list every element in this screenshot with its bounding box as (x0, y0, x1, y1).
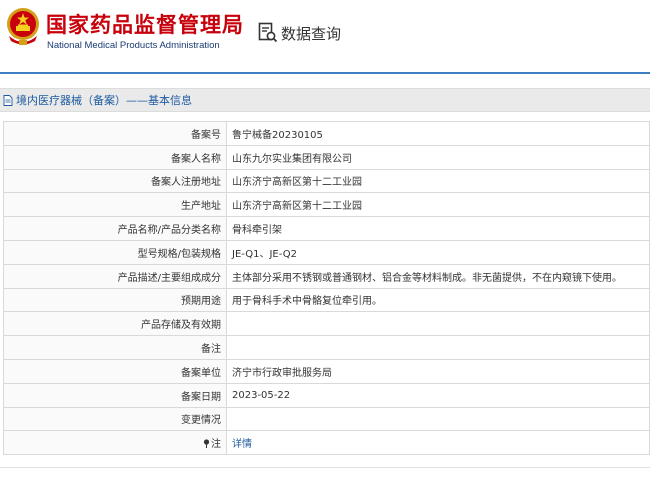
field-value: 骨科牵引架 (226, 216, 650, 241)
field-label-text: 变更情况 (181, 415, 221, 427)
table-row: 备案人注册地址 山东济宁高新区第十二工业园 (3, 168, 650, 194)
details-link[interactable]: 详情 (226, 430, 650, 456)
table-row: 生产地址 山东济宁高新区第十二工业园 (3, 192, 650, 218)
field-label: 生产地址 (3, 192, 227, 218)
field-value: 主体部分采用不锈钢或普通钢材、铝合金等材料制成。非无菌提供，不在内窥镜下使用。 (226, 263, 650, 289)
table-row: 产品存储及有效期 (3, 311, 650, 337)
detail-table: 备案号 鲁宁械备20230105 备案人名称 山东九尔实业集团有限公司 备案人注册地址山… (3, 121, 650, 456)
org-name-en: National Medical Products Administration (47, 40, 220, 51)
field-label-text: 注 (211, 439, 221, 451)
field-label: 注 (3, 430, 227, 456)
field-value: 2023-05-22 (226, 382, 650, 408)
field-label: 备案号 (3, 121, 227, 146)
field-value: 山东济宁高新区第十二工业园 (226, 192, 650, 218)
field-value (226, 335, 650, 360)
field-label-text: 备案单位 (181, 367, 221, 379)
table-row: 注详情 (3, 430, 650, 456)
header-divider (0, 72, 650, 74)
field-label-text: 备案人名称 (171, 153, 221, 165)
field-label: 产品名称/产品分类名称 (3, 216, 227, 241)
field-value (226, 311, 650, 337)
table-row: 产品描述/主要组成成分 主体部分采用不锈钢或普通钢材、铝合金等材料制成。非无菌提供… (3, 263, 650, 289)
table-row: 备案单位 济宁市行政审批服务局 (3, 358, 650, 384)
field-label: 备案日期 (3, 382, 227, 408)
table-row: 产品名称/产品分类名称 骨科牵引架 (3, 216, 650, 241)
field-value: 济宁市行政审批服务局 (226, 358, 650, 384)
field-label: 备案人注册地址 (3, 168, 227, 194)
field-label: 产品描述/主要组成成分 (3, 263, 227, 289)
org-name-cn: 国家药品监督管理局 (46, 13, 244, 37)
section-header: 境内医疗器械（备案）——基本信息 (0, 88, 650, 112)
field-label-text: 型号规格/包装规格 (137, 248, 221, 260)
data-query-label: 数据查询 (281, 24, 342, 43)
table-row: 预期用途 用于骨科手术中骨骼复位牵引用。 (3, 287, 650, 313)
field-label: 型号规格/包装规格 (3, 239, 227, 265)
footer-divider (0, 467, 650, 468)
pin-icon (203, 439, 210, 449)
field-label: 产品存储及有效期 (3, 311, 227, 337)
field-label: 备案单位 (3, 358, 227, 384)
table-row: 变更情况 (3, 406, 650, 432)
table-row: 备案号 鲁宁械备20230105 (3, 121, 650, 146)
section-title: 境内医疗器械（备案）——基本信息 (16, 94, 192, 107)
field-value: 鲁宁械备20230105 (226, 121, 650, 146)
table-row: 型号规格/包装规格 JE-Q1、JE-Q2 (3, 239, 650, 265)
field-value: 山东济宁高新区第十二工业园 (226, 168, 650, 194)
field-label: 预期用途 (3, 287, 227, 313)
field-label: 备案人名称 (3, 144, 227, 170)
field-label-text: 备案日期 (181, 391, 221, 403)
document-search-icon (258, 22, 278, 43)
table-row: 备注 (3, 335, 650, 360)
field-label: 变更情况 (3, 406, 227, 432)
table-row: 备案人名称 山东九尔实业集团有限公司 (3, 144, 650, 170)
field-value (226, 406, 650, 432)
field-label-text: 产品描述/主要组成成分 (117, 272, 221, 284)
field-label-text: 产品存储及有效期 (141, 320, 221, 332)
national-emblem-icon (7, 8, 39, 45)
data-query-link[interactable]: 数据查询 (258, 22, 341, 44)
field-value: 用于骨科手术中骨骼复位牵引用。 (226, 287, 650, 313)
field-label-text: 生产地址 (181, 201, 221, 213)
field-label: 备注 (3, 335, 227, 360)
field-label-text: 备注 (201, 344, 221, 356)
field-value: JE-Q1、JE-Q2 (226, 239, 650, 265)
field-label-text: 备案号 (191, 129, 221, 141)
field-label-text: 备案人注册地址 (151, 177, 221, 189)
field-label-text: 产品名称/产品分类名称 (117, 225, 221, 237)
field-value: 山东九尔实业集团有限公司 (226, 144, 650, 170)
field-label-text: 预期用途 (181, 296, 221, 308)
document-icon (3, 94, 13, 106)
site-header: 国家药品监督管理局 National Medical Products Admi… (0, 0, 650, 72)
table-row: 备案日期 2023-05-22 (3, 382, 650, 408)
